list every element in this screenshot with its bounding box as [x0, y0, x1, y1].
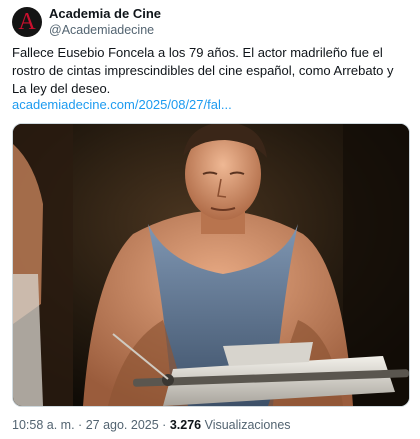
avatar[interactable]: A — [12, 7, 42, 37]
views-count: 3.276 — [169, 418, 202, 432]
photo-of-man-at-typewriter — [13, 124, 409, 406]
tweet-time[interactable]: 10:58 a. m. — [12, 418, 75, 432]
tweet-header: A Academia de Cine @Academiadecine — [12, 6, 161, 38]
meta-separator: · — [78, 418, 83, 432]
meta-separator: · — [162, 418, 167, 432]
tweet-link[interactable]: academiadecine.com/2025/08/27/fal... — [12, 96, 232, 114]
handle[interactable]: @Academiadecine — [49, 23, 161, 38]
avatar-logo-letter: A — [18, 9, 36, 35]
author-names: Academia de Cine @Academiadecine — [49, 6, 161, 38]
tweet-date[interactable]: 27 ago. 2025 — [86, 418, 159, 432]
tweet-meta: 10:58 a. m. · 27 ago. 2025 · 3.276 Visua… — [12, 418, 291, 433]
views-label: Visualizaciones — [204, 418, 291, 432]
tweet-photo[interactable] — [12, 123, 410, 407]
tweet-text: Fallece Eusebio Foncela a los 79 años. E… — [12, 45, 394, 96]
display-name[interactable]: Academia de Cine — [49, 6, 161, 22]
